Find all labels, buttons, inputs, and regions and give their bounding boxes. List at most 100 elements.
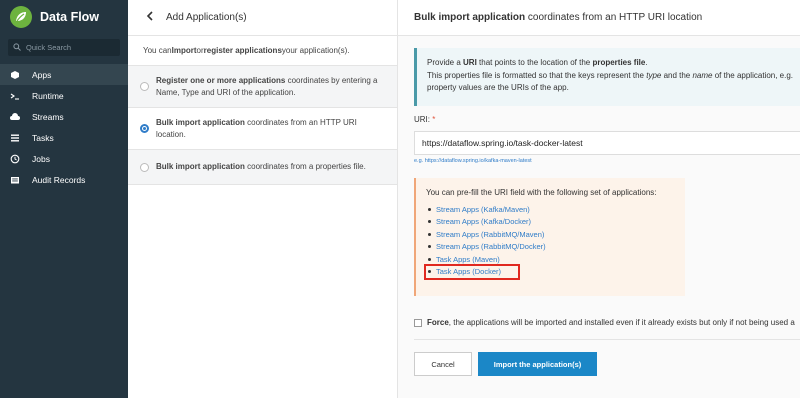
list-icon xyxy=(10,133,20,143)
prefill-callout: You can pre-fill the URI field with the … xyxy=(414,178,685,296)
info-type: type xyxy=(646,70,662,80)
import-button[interactable]: Import the application(s) xyxy=(478,352,597,376)
nav-label: Runtime xyxy=(32,90,64,101)
uri-label-text: URI: xyxy=(414,115,430,124)
info-text: that points to the location of the xyxy=(476,58,593,67)
bullet xyxy=(428,232,431,236)
uri-label: URI: * xyxy=(414,115,435,124)
force-option[interactable]: Force, the applications will be imported… xyxy=(414,318,795,327)
panel-title: Add Application(s) xyxy=(166,12,247,23)
nav-label: Audit Records xyxy=(32,174,86,185)
bullet xyxy=(428,220,431,224)
bullet xyxy=(428,270,431,274)
info-uri: URI xyxy=(463,58,477,67)
panel-header: Add Application(s) xyxy=(128,0,397,36)
force-checkbox[interactable] xyxy=(414,318,422,327)
intro-text: your application(s). xyxy=(281,46,350,55)
bullet xyxy=(428,207,431,211)
clock-icon xyxy=(10,154,20,164)
nav-label: Streams xyxy=(32,111,64,122)
add-application-panel: Add Application(s) You can Import or reg… xyxy=(128,0,398,398)
radio-button-selected[interactable] xyxy=(140,124,149,133)
uri-input-value: https://dataflow.spring.io/task-docker-l… xyxy=(422,138,583,148)
link-text: Stream Apps (RabbitMQ/Docker) xyxy=(436,242,546,252)
prefill-link-stream-kafka-docker[interactable]: Stream Apps (Kafka/Docker) xyxy=(428,216,685,229)
intro-import: Import xyxy=(171,46,197,55)
radio-button[interactable] xyxy=(140,82,149,91)
intro-text: or xyxy=(196,46,204,55)
link-text: Stream Apps (Kafka/Docker) xyxy=(436,217,532,227)
radio-button[interactable] xyxy=(140,162,149,172)
nav-label: Tasks xyxy=(32,132,54,143)
option-bulk-import-file[interactable]: Bulk import application coordinates from… xyxy=(128,150,397,185)
form-header: Bulk import application coordinates from… xyxy=(398,0,800,36)
search-input[interactable]: Quick Search xyxy=(8,39,120,56)
force-text: , the applications will be imported and … xyxy=(448,318,795,327)
force-label: Force, the applications will be imported… xyxy=(427,318,795,327)
brand[interactable]: Data Flow xyxy=(0,0,128,34)
prefill-title: You can pre-fill the URI field with the … xyxy=(426,188,657,197)
cancel-button[interactable]: Cancel xyxy=(414,352,472,376)
brand-name: Data Flow xyxy=(40,10,100,24)
nav-item-apps[interactable]: Apps xyxy=(0,64,128,85)
link-text: Stream Apps (Kafka/Maven) xyxy=(436,204,530,214)
info-text: Provide a xyxy=(427,58,464,67)
uri-hint: e.g. https://dataflow.spring.io/kafka-ma… xyxy=(414,158,532,164)
link-text: Task Apps (Docker) xyxy=(436,267,502,277)
option-bold: Bulk import application xyxy=(156,117,245,127)
divider xyxy=(414,339,800,340)
nav-item-tasks[interactable]: Tasks xyxy=(0,127,128,148)
nav-item-runtime[interactable]: Runtime xyxy=(0,85,128,106)
option-register-apps[interactable]: Register one or more applications coordi… xyxy=(128,66,397,108)
info-text: and the xyxy=(661,70,693,80)
bullet xyxy=(428,245,431,249)
intro-register: register applications xyxy=(203,46,282,55)
prefill-link-task-docker[interactable]: Task Apps (Docker) xyxy=(424,263,520,280)
sidebar: Data Flow Quick Search Apps Runtime Stre… xyxy=(0,0,128,398)
nav-item-streams[interactable]: Streams xyxy=(0,106,128,127)
uri-input[interactable]: https://dataflow.spring.io/task-docker-l… xyxy=(414,131,800,155)
option-bold: Register one or more applications xyxy=(156,75,286,85)
required-marker: * xyxy=(432,115,436,124)
option-label: Bulk import application coordinates from… xyxy=(156,161,366,173)
prefill-link-stream-kafka-maven[interactable]: Stream Apps (Kafka/Maven) xyxy=(428,203,685,216)
info-callout: Provide a URI that points to the locatio… xyxy=(414,48,800,106)
info-line: Provide a URI that points to the locatio… xyxy=(427,57,800,70)
info-properties-file: properties file xyxy=(592,58,646,67)
intro-text: You can xyxy=(143,46,172,55)
option-bulk-import-uri[interactable]: Bulk import application coordinates from… xyxy=(128,108,397,150)
option-text: coordinates from a properties file. xyxy=(244,162,366,171)
info-text: . xyxy=(645,58,648,67)
form-title-bold: Bulk import application xyxy=(414,12,526,23)
form-title-rest: coordinates from an HTTP URI location xyxy=(525,12,703,23)
link-text: Task Apps (Maven) xyxy=(436,254,500,264)
info-text: of the application, e.g. xyxy=(712,70,793,80)
bulk-import-form: Bulk import application coordinates from… xyxy=(398,0,800,398)
cube-icon xyxy=(10,70,20,80)
nav-item-audit-records[interactable]: Audit Records xyxy=(0,169,128,190)
search-placeholder: Quick Search xyxy=(26,43,72,52)
spring-logo-icon xyxy=(10,6,32,28)
force-bold: Force xyxy=(427,318,449,327)
prefill-link-task-maven[interactable]: Task Apps (Maven) xyxy=(428,253,685,266)
bullet xyxy=(428,257,431,261)
option-label: Register one or more applications coordi… xyxy=(156,75,385,99)
prefill-link-stream-rabbitmq-docker[interactable]: Stream Apps (RabbitMQ/Docker) xyxy=(428,241,685,254)
info-text: This properties file is formatted so tha… xyxy=(427,70,647,80)
info-line: property values are the URIs of the app. xyxy=(427,83,569,92)
search-icon xyxy=(13,42,21,53)
terminal-icon xyxy=(10,91,20,101)
link-text: Stream Apps (RabbitMQ/Maven) xyxy=(436,229,545,239)
prefill-list: Stream Apps (Kafka/Maven) Stream Apps (K… xyxy=(424,203,685,280)
back-icon[interactable] xyxy=(146,11,154,24)
prefill-link-stream-rabbitmq-maven[interactable]: Stream Apps (RabbitMQ/Maven) xyxy=(428,228,685,241)
cloud-icon xyxy=(10,112,20,122)
nav-label: Apps xyxy=(32,69,52,80)
info-name: name xyxy=(692,70,713,80)
option-bold: Bulk import application xyxy=(156,162,245,171)
info-line: This properties file is formatted so tha… xyxy=(427,70,800,83)
option-label: Bulk import application coordinates from… xyxy=(156,117,385,141)
nav-label: Jobs xyxy=(32,153,50,164)
audit-icon xyxy=(10,175,20,185)
nav-item-jobs[interactable]: Jobs xyxy=(0,148,128,169)
